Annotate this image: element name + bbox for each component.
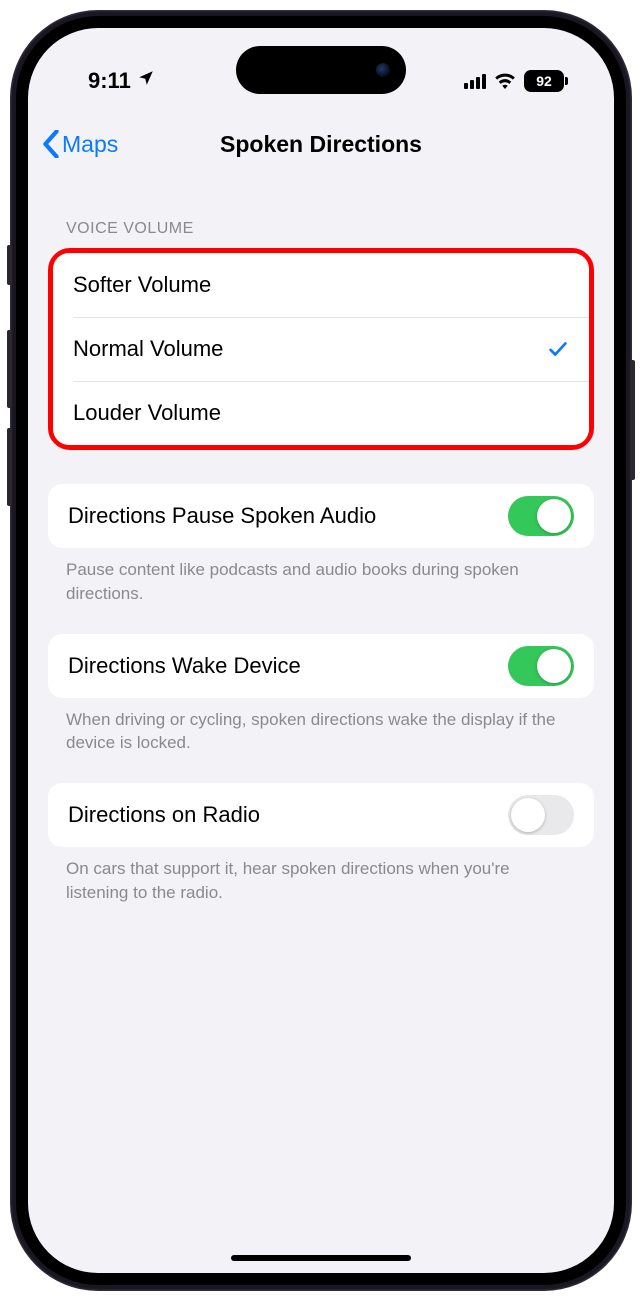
wake-device-group: Directions Wake Device	[48, 634, 594, 698]
checkmark-icon	[547, 338, 569, 360]
front-camera-icon	[376, 63, 390, 77]
toggle-label: Directions Wake Device	[68, 653, 301, 679]
voice-volume-header: VOICE VOLUME	[48, 204, 594, 248]
back-button[interactable]: Maps	[28, 130, 118, 158]
phone-hardware: 9:11 92	[10, 10, 632, 1291]
volume-down-button	[7, 428, 12, 506]
voice-volume-option-normal[interactable]: Normal Volume	[53, 317, 589, 381]
on-radio-note: On cars that support it, hear spoken dir…	[48, 847, 594, 933]
back-label: Maps	[62, 131, 118, 158]
location-arrow-icon	[137, 69, 155, 93]
status-left: 9:11	[88, 68, 155, 94]
wake-device-row[interactable]: Directions Wake Device	[48, 634, 594, 698]
wake-device-note: When driving or cycling, spoken directio…	[48, 698, 594, 784]
on-radio-group: Directions on Radio	[48, 783, 594, 847]
wifi-icon	[494, 73, 516, 89]
navigation-bar: Maps Spoken Directions	[28, 108, 614, 180]
home-indicator[interactable]	[231, 1255, 411, 1261]
content: Maps Spoken Directions VOICE VOLUME Soft…	[28, 108, 614, 1273]
status-right: 92	[464, 70, 564, 92]
on-radio-row[interactable]: Directions on Radio	[48, 783, 594, 847]
cellular-signal-icon	[464, 73, 486, 89]
voice-volume-group: Softer Volume Normal Volume Louder Volum…	[53, 253, 589, 445]
option-label: Softer Volume	[73, 272, 211, 298]
volume-up-button	[7, 330, 12, 408]
pause-audio-group: Directions Pause Spoken Audio	[48, 484, 594, 548]
screen: 9:11 92	[28, 28, 614, 1273]
option-label: Normal Volume	[73, 336, 223, 362]
power-button	[630, 360, 635, 480]
pause-audio-row[interactable]: Directions Pause Spoken Audio	[48, 484, 594, 548]
voice-volume-highlight: Softer Volume Normal Volume Louder Volum…	[48, 248, 594, 450]
on-radio-switch[interactable]	[508, 795, 574, 835]
toggle-label: Directions Pause Spoken Audio	[68, 503, 376, 529]
status-time: 9:11	[88, 68, 131, 94]
pause-audio-note: Pause content like podcasts and audio bo…	[48, 548, 594, 634]
voice-volume-option-softer[interactable]: Softer Volume	[53, 253, 589, 317]
phone-frame: 9:11 92	[16, 16, 626, 1285]
pause-audio-switch[interactable]	[508, 496, 574, 536]
silent-switch	[7, 245, 12, 285]
chevron-left-icon	[42, 130, 60, 158]
wake-device-switch[interactable]	[508, 646, 574, 686]
settings-list: VOICE VOLUME Softer Volume Normal Volume	[28, 180, 614, 933]
dynamic-island	[236, 46, 406, 94]
option-label: Louder Volume	[73, 400, 221, 426]
battery-indicator: 92	[524, 70, 564, 92]
battery-level: 92	[536, 73, 552, 89]
voice-volume-option-louder[interactable]: Louder Volume	[53, 381, 589, 445]
toggle-label: Directions on Radio	[68, 802, 260, 828]
